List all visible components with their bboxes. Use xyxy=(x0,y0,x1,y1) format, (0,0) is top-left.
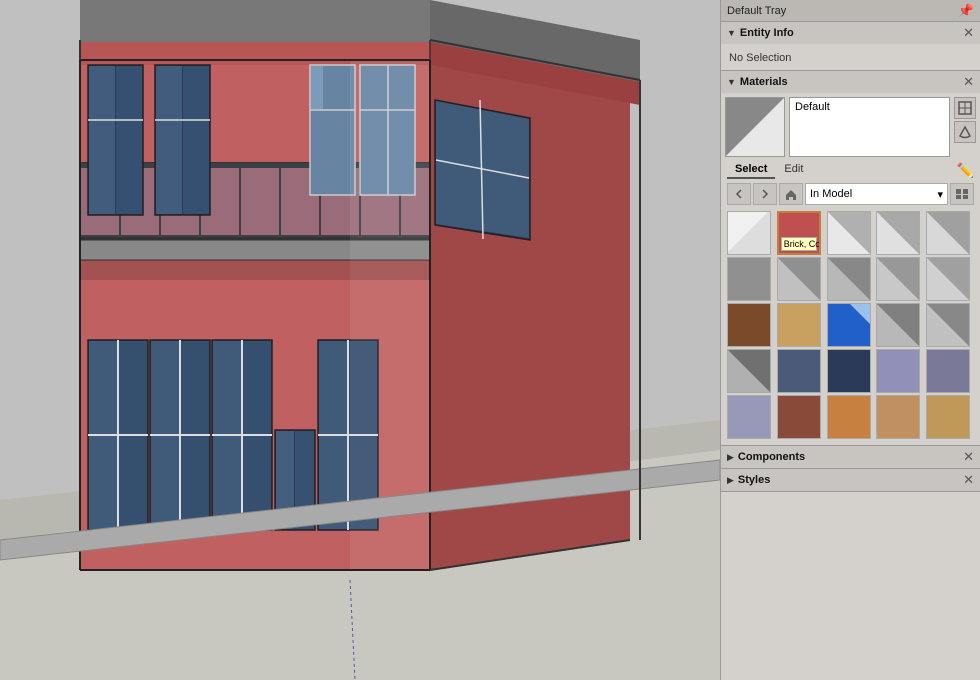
entity-info-header[interactable]: ▼ Entity Info ✕ xyxy=(721,22,980,44)
swatch-brown[interactable] xyxy=(727,303,771,347)
entity-info-triangle: ▼ xyxy=(727,28,736,38)
styles-header-left: ▶ Styles xyxy=(727,474,770,486)
swatch-6[interactable] xyxy=(777,257,821,301)
materials-close[interactable]: ✕ xyxy=(963,74,974,90)
materials-triangle: ▼ xyxy=(727,77,736,87)
viewport-3d[interactable] xyxy=(0,0,720,680)
components-close[interactable]: ✕ xyxy=(963,449,974,465)
preview-triangle-white xyxy=(726,98,784,156)
entity-info-content: No Selection xyxy=(721,44,980,70)
materials-content: Default Select Edit ✏️ xyxy=(721,93,980,445)
swatch-3[interactable] xyxy=(876,211,920,255)
swatch-9[interactable] xyxy=(926,257,970,301)
materials-header[interactable]: ▼ Materials ✕ xyxy=(721,71,980,93)
swatch-18[interactable] xyxy=(876,349,920,393)
swatch-8[interactable] xyxy=(876,257,920,301)
swatch-2[interactable] xyxy=(827,211,871,255)
swatch-7[interactable] xyxy=(827,257,871,301)
styles-section[interactable]: ▶ Styles ✕ xyxy=(721,469,980,492)
entity-info-status: No Selection xyxy=(729,52,791,64)
swatch-tan3[interactable] xyxy=(926,395,970,439)
entity-info-section: ▼ Entity Info ✕ No Selection xyxy=(721,22,980,71)
styles-title: Styles xyxy=(738,474,770,486)
swatch-4[interactable] xyxy=(926,211,970,255)
materials-title: Materials xyxy=(740,76,788,88)
tray-title: Default Tray xyxy=(727,5,786,17)
material-preview-row: Default xyxy=(725,97,976,157)
material-sample-button[interactable] xyxy=(954,97,976,119)
styles-triangle: ▶ xyxy=(727,475,734,486)
components-header-left: ▶ Components xyxy=(727,451,805,463)
entity-info-title: Entity Info xyxy=(740,27,794,39)
nav-detail-button[interactable] xyxy=(950,183,974,205)
styles-close[interactable]: ✕ xyxy=(963,472,974,488)
swatch-0[interactable] xyxy=(727,211,771,255)
right-panel: Default Tray 📌 ▼ Entity Info ✕ No Select… xyxy=(720,0,980,680)
nav-home-button[interactable] xyxy=(779,183,803,205)
swatch-15[interactable] xyxy=(727,349,771,393)
components-section[interactable]: ▶ Components ✕ xyxy=(721,446,980,469)
nav-back-button[interactable] xyxy=(727,183,751,205)
swatch-19[interactable] xyxy=(926,349,970,393)
material-collection-dropdown[interactable]: In Model ▾ xyxy=(805,183,948,205)
swatch-tan[interactable] xyxy=(777,303,821,347)
brick-tooltip: Brick, Common xyxy=(781,237,817,251)
material-nav-row: In Model ▾ xyxy=(725,183,976,205)
tab-select[interactable]: Select xyxy=(727,161,775,179)
swatch-blue-bright[interactable] xyxy=(827,303,871,347)
swatch-blue-dark[interactable] xyxy=(777,349,821,393)
material-bucket-button[interactable] xyxy=(954,121,976,143)
material-name-text: Default xyxy=(795,101,830,113)
swatch-caramel[interactable] xyxy=(827,395,871,439)
swatch-navy[interactable] xyxy=(827,349,871,393)
material-preview-box xyxy=(725,97,785,157)
materials-section: ▼ Materials ✕ Default xyxy=(721,71,980,446)
swatch-5[interactable] xyxy=(727,257,771,301)
tray-pin-button[interactable]: 📌 xyxy=(958,4,974,17)
entity-info-close[interactable]: ✕ xyxy=(963,25,974,41)
swatch-rust[interactable] xyxy=(777,395,821,439)
components-title: Components xyxy=(738,451,805,463)
swatch-tan2[interactable] xyxy=(876,395,920,439)
dropdown-chevron-icon: ▾ xyxy=(937,188,943,201)
material-collection-label: In Model xyxy=(810,188,852,200)
swatch-14[interactable] xyxy=(926,303,970,347)
swatch-brick-common[interactable]: Brick, Common xyxy=(777,211,821,255)
material-name-box: Default xyxy=(789,97,950,157)
swatch-13[interactable] xyxy=(876,303,920,347)
pencil-icon-button[interactable]: ✏️ xyxy=(957,162,974,179)
material-grid: Brick, Common xyxy=(725,209,976,441)
tab-edit[interactable]: Edit xyxy=(776,161,811,179)
tray-header: Default Tray 📌 xyxy=(721,0,980,22)
material-tabs: Select Edit ✏️ xyxy=(725,161,976,179)
nav-forward-button[interactable] xyxy=(753,183,777,205)
components-triangle: ▶ xyxy=(727,452,734,463)
material-icons-col xyxy=(954,97,976,157)
swatch-lavender[interactable] xyxy=(727,395,771,439)
